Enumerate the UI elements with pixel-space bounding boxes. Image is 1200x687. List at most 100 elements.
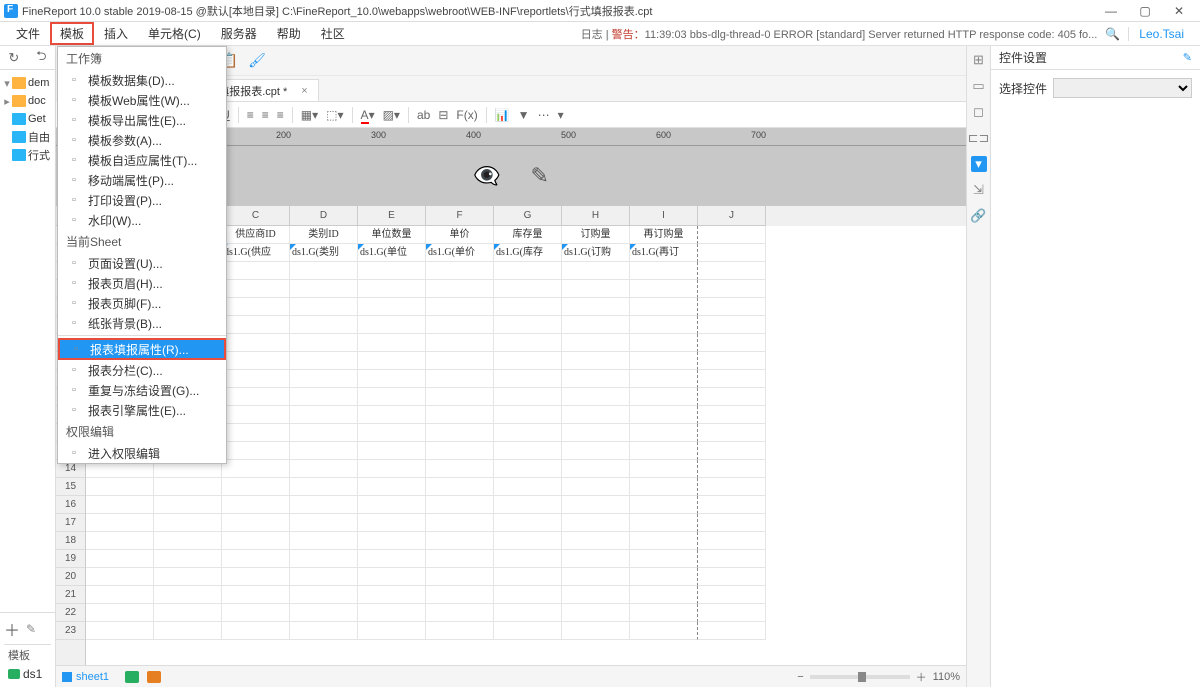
menu-option[interactable]: ▫报表填报属性(R)... — [58, 338, 226, 360]
cell[interactable] — [494, 352, 562, 370]
cell[interactable] — [494, 568, 562, 586]
cell[interactable] — [86, 568, 154, 586]
cell[interactable] — [358, 406, 426, 424]
expand-icon[interactable]: ⇲ — [971, 182, 987, 198]
back-icon[interactable]: ⮌ — [36, 47, 46, 69]
row-number[interactable]: 19 — [56, 550, 85, 568]
cell[interactable] — [426, 388, 494, 406]
menu-item[interactable]: 帮助 — [267, 22, 311, 45]
tree-item[interactable]: ▸doc — [2, 92, 53, 110]
cell[interactable] — [290, 622, 358, 640]
cell[interactable] — [222, 352, 290, 370]
column-header[interactable]: C — [222, 206, 290, 226]
row-number[interactable]: 16 — [56, 496, 85, 514]
cell[interactable] — [290, 388, 358, 406]
cell[interactable]: ds1.G(再订 — [630, 244, 698, 262]
search-icon[interactable]: 🔍 — [1105, 27, 1120, 41]
cell[interactable] — [698, 604, 766, 622]
cell[interactable] — [630, 532, 698, 550]
cell[interactable] — [222, 334, 290, 352]
menu-option[interactable]: ▫报表引擎属性(E)... — [58, 400, 226, 420]
column-header[interactable]: E — [358, 206, 426, 226]
datasource-row[interactable]: ds1 — [4, 665, 51, 683]
cell[interactable] — [698, 460, 766, 478]
cell[interactable] — [494, 532, 562, 550]
cell[interactable] — [222, 496, 290, 514]
cell[interactable] — [358, 478, 426, 496]
cell[interactable] — [494, 298, 562, 316]
cell[interactable] — [222, 262, 290, 280]
cell[interactable] — [426, 370, 494, 388]
cell[interactable] — [698, 370, 766, 388]
file-tree[interactable]: ▾dem▸docGet自由行式 — [0, 70, 55, 612]
cell[interactable] — [86, 586, 154, 604]
cell[interactable] — [290, 604, 358, 622]
menu-item[interactable]: 插入 — [94, 22, 138, 45]
cell[interactable] — [630, 406, 698, 424]
cell[interactable] — [154, 514, 222, 532]
cell[interactable] — [630, 334, 698, 352]
cell[interactable] — [154, 604, 222, 622]
cell[interactable] — [426, 568, 494, 586]
cell[interactable] — [426, 298, 494, 316]
cell[interactable] — [358, 316, 426, 334]
cell[interactable] — [290, 532, 358, 550]
cell[interactable] — [698, 424, 766, 442]
cell[interactable] — [426, 280, 494, 298]
cell[interactable] — [86, 550, 154, 568]
cell[interactable]: 再订购量 — [630, 226, 698, 244]
cell[interactable] — [222, 478, 290, 496]
zoom-control[interactable]: − ＋ 110% — [797, 669, 960, 685]
cell[interactable] — [494, 604, 562, 622]
cell[interactable] — [494, 406, 562, 424]
cell[interactable] — [494, 280, 562, 298]
menu-option[interactable]: ▫页面设置(U)... — [58, 253, 226, 273]
font-color-icon[interactable]: A▾ — [361, 108, 375, 122]
cell[interactable] — [222, 442, 290, 460]
cell[interactable] — [290, 316, 358, 334]
cell[interactable] — [154, 586, 222, 604]
tab-close-icon[interactable]: × — [301, 85, 307, 97]
menu-item[interactable]: 单元格(C) — [138, 22, 211, 45]
cell[interactable] — [358, 370, 426, 388]
cell[interactable] — [426, 586, 494, 604]
cell[interactable] — [630, 388, 698, 406]
cell[interactable] — [562, 604, 630, 622]
cell[interactable]: 库存量 — [494, 226, 562, 244]
widget-icon[interactable]: ▾ — [971, 156, 987, 172]
menu-option[interactable]: ▫报表页眉(H)... — [58, 273, 226, 293]
link-icon[interactable]: ⊏⊐ — [971, 130, 987, 146]
cell[interactable] — [86, 514, 154, 532]
chart-icon[interactable]: 📊 — [495, 108, 510, 122]
cell[interactable] — [426, 316, 494, 334]
template-menu-dropdown[interactable]: 工作簿▫模板数据集(D)...▫模板Web属性(W)...▫模板导出属性(E).… — [57, 46, 227, 464]
user-name[interactable]: Leo.Tsai — [1128, 27, 1194, 41]
cell[interactable] — [426, 514, 494, 532]
cell[interactable] — [154, 550, 222, 568]
cell[interactable] — [426, 496, 494, 514]
menu-option[interactable]: ▫移动端属性(P)... — [58, 170, 226, 190]
cell[interactable] — [290, 298, 358, 316]
chain-icon[interactable]: 🔗 — [971, 208, 987, 224]
tree-item[interactable]: Get — [2, 110, 53, 128]
column-header[interactable]: F — [426, 206, 494, 226]
cell[interactable] — [426, 478, 494, 496]
cell[interactable] — [426, 262, 494, 280]
cell[interactable] — [290, 262, 358, 280]
cell[interactable] — [290, 424, 358, 442]
tree-item[interactable]: ▾dem — [2, 74, 53, 92]
align-right-icon[interactable]: ≡ — [277, 108, 284, 122]
cell[interactable] — [562, 478, 630, 496]
cell[interactable] — [86, 622, 154, 640]
cell[interactable] — [562, 424, 630, 442]
cell[interactable] — [494, 370, 562, 388]
pin-icon[interactable]: ✎ — [1183, 51, 1192, 64]
row-number[interactable]: 15 — [56, 478, 85, 496]
cell[interactable] — [562, 280, 630, 298]
cell[interactable] — [222, 316, 290, 334]
cell[interactable]: ds1.G(供应 — [222, 244, 290, 262]
cell[interactable] — [630, 316, 698, 334]
cell[interactable] — [426, 550, 494, 568]
cell[interactable] — [154, 622, 222, 640]
cell[interactable] — [426, 442, 494, 460]
